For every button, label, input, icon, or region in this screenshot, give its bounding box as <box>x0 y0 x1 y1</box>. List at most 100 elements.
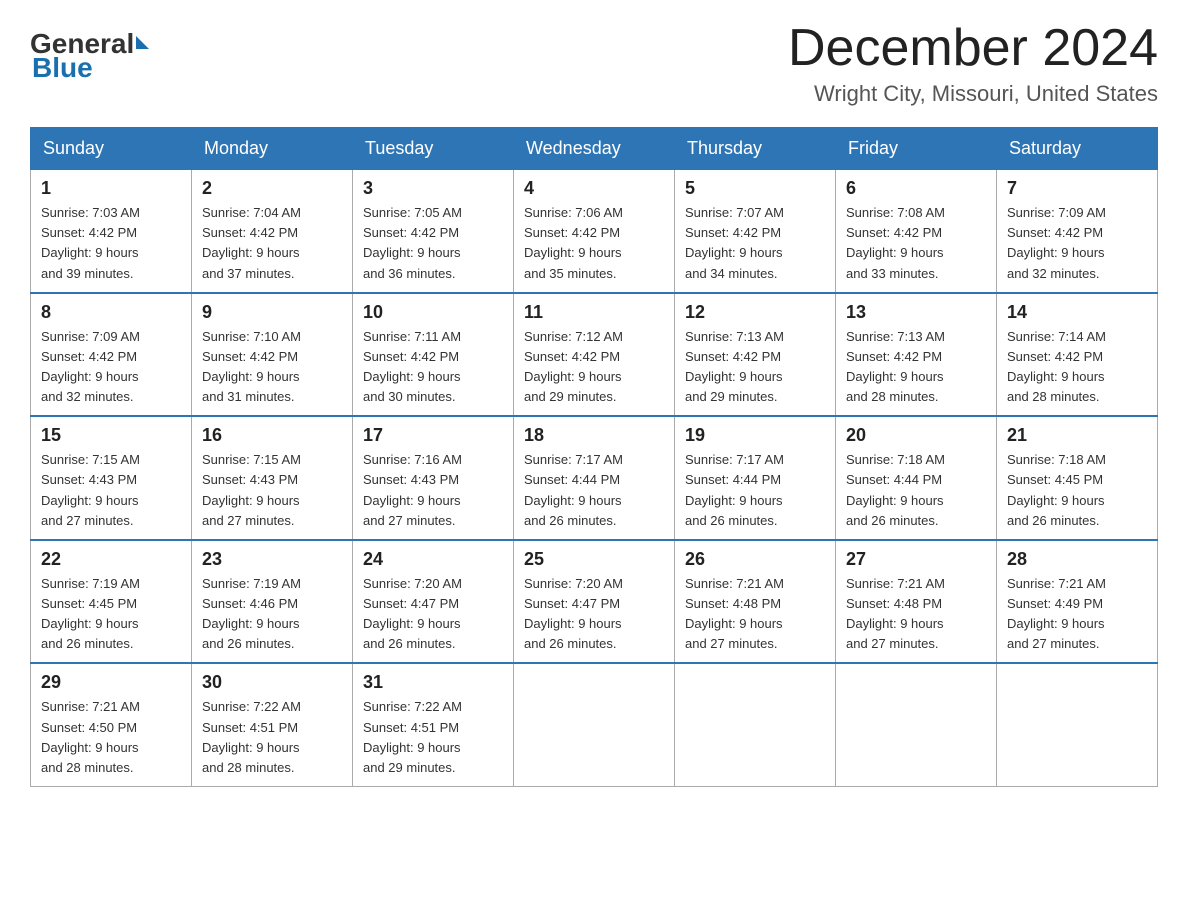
day-cell-14: 14 Sunrise: 7:14 AMSunset: 4:42 PMDayligh… <box>997 293 1158 417</box>
day-cell-23: 23Sunrise: 7:19 AMSunset: 4:46 PMDayligh… <box>192 540 353 664</box>
day-cell-12: 12Sunrise: 7:13 AMSunset: 4:42 PMDayligh… <box>675 293 836 417</box>
day-cell-11: 11Sunrise: 7:12 AMSunset: 4:42 PMDayligh… <box>514 293 675 417</box>
day-number: 17 <box>363 425 503 446</box>
day-cell-10: 10Sunrise: 7:11 AMSunset: 4:42 PMDayligh… <box>353 293 514 417</box>
day-cell-30: 30Sunrise: 7:22 AMSunset: 4:51 PMDayligh… <box>192 663 353 786</box>
day-header-sunday: Sunday <box>31 128 192 170</box>
day-info: Sunrise: 7:22 AMSunset: 4:51 PMDaylight:… <box>202 697 342 778</box>
day-header-row: SundayMondayTuesdayWednesdayThursdayFrid… <box>31 128 1158 170</box>
header: General Blue December 2024 Wright City, … <box>30 20 1158 107</box>
day-info: Sunrise: 7:09 AMSunset: 4:42 PMDaylight:… <box>41 327 181 408</box>
day-number: 23 <box>202 549 342 570</box>
day-cell-28: 28 Sunrise: 7:21 AMSunset: 4:49 PMDayligh… <box>997 540 1158 664</box>
day-cell-22: 22Sunrise: 7:19 AMSunset: 4:45 PMDayligh… <box>31 540 192 664</box>
day-header-friday: Friday <box>836 128 997 170</box>
day-number: 8 <box>41 302 181 323</box>
day-cell-19: 19Sunrise: 7:17 AMSunset: 4:44 PMDayligh… <box>675 416 836 540</box>
day-header-wednesday: Wednesday <box>514 128 675 170</box>
day-number: 15 <box>41 425 181 446</box>
calendar-subtitle: Wright City, Missouri, United States <box>788 81 1158 107</box>
logo-blue-text: Blue <box>30 54 93 82</box>
day-info: Sunrise: 7:16 AMSunset: 4:43 PMDaylight:… <box>363 450 503 531</box>
day-number: 29 <box>41 672 181 693</box>
day-cell-6: 6 Sunrise: 7:08 AMSunset: 4:42 PMDaylight… <box>836 170 997 293</box>
empty-cell <box>675 663 836 786</box>
day-number: 28 <box>1007 549 1147 570</box>
day-number: 14 <box>1007 302 1147 323</box>
day-cell-18: 18Sunrise: 7:17 AMSunset: 4:44 PMDayligh… <box>514 416 675 540</box>
day-cell-5: 5Sunrise: 7:07 AMSunset: 4:42 PMDaylight… <box>675 170 836 293</box>
day-info: Sunrise: 7:21 AMSunset: 4:50 PMDaylight:… <box>41 697 181 778</box>
day-number: 5 <box>685 178 825 199</box>
day-number: 27 <box>846 549 986 570</box>
day-info: Sunrise: 7:04 AMSunset: 4:42 PMDaylight:… <box>202 203 342 284</box>
day-header-tuesday: Tuesday <box>353 128 514 170</box>
day-info: Sunrise: 7:19 AMSunset: 4:45 PMDaylight:… <box>41 574 181 655</box>
day-info: Sunrise: 7:20 AMSunset: 4:47 PMDaylight:… <box>363 574 503 655</box>
day-number: 4 <box>524 178 664 199</box>
calendar-title: December 2024 <box>788 20 1158 77</box>
empty-cell <box>836 663 997 786</box>
day-info: Sunrise: 7:18 AMSunset: 4:45 PMDaylight:… <box>1007 450 1147 531</box>
day-info: Sunrise: 7:18 AMSunset: 4:44 PMDaylight:… <box>846 450 986 531</box>
day-cell-27: 27 Sunrise: 7:21 AMSunset: 4:48 PMDayligh… <box>836 540 997 664</box>
day-info: Sunrise: 7:09 AMSunset: 4:42 PMDaylight:… <box>1007 203 1147 284</box>
day-header-saturday: Saturday <box>997 128 1158 170</box>
day-info: Sunrise: 7:08 AMSunset: 4:42 PMDaylight:… <box>846 203 986 284</box>
day-cell-1: 1 Sunrise: 7:03 AMSunset: 4:42 PMDaylight… <box>31 170 192 293</box>
day-number: 26 <box>685 549 825 570</box>
day-number: 7 <box>1007 178 1147 199</box>
calendar-table: SundayMondayTuesdayWednesdayThursdayFrid… <box>30 127 1158 787</box>
day-info: Sunrise: 7:15 AMSunset: 4:43 PMDaylight:… <box>41 450 181 531</box>
day-header-thursday: Thursday <box>675 128 836 170</box>
day-number: 24 <box>363 549 503 570</box>
week-row-2: 8 Sunrise: 7:09 AMSunset: 4:42 PMDaylight… <box>31 293 1158 417</box>
day-number: 13 <box>846 302 986 323</box>
day-info: Sunrise: 7:21 AMSunset: 4:48 PMDaylight:… <box>846 574 986 655</box>
day-number: 16 <box>202 425 342 446</box>
day-cell-17: 17 Sunrise: 7:16 AMSunset: 4:43 PMDayligh… <box>353 416 514 540</box>
day-info: Sunrise: 7:14 AMSunset: 4:42 PMDaylight:… <box>1007 327 1147 408</box>
day-number: 6 <box>846 178 986 199</box>
day-info: Sunrise: 7:13 AMSunset: 4:42 PMDaylight:… <box>846 327 986 408</box>
day-info: Sunrise: 7:17 AMSunset: 4:44 PMDaylight:… <box>524 450 664 531</box>
day-info: Sunrise: 7:17 AMSunset: 4:44 PMDaylight:… <box>685 450 825 531</box>
title-area: December 2024 Wright City, Missouri, Uni… <box>788 20 1158 107</box>
empty-cell <box>514 663 675 786</box>
day-info: Sunrise: 7:10 AMSunset: 4:42 PMDaylight:… <box>202 327 342 408</box>
day-cell-20: 20 Sunrise: 7:18 AMSunset: 4:44 PMDayligh… <box>836 416 997 540</box>
day-info: Sunrise: 7:05 AMSunset: 4:42 PMDaylight:… <box>363 203 503 284</box>
day-number: 21 <box>1007 425 1147 446</box>
day-header-monday: Monday <box>192 128 353 170</box>
day-number: 20 <box>846 425 986 446</box>
day-cell-15: 15 Sunrise: 7:15 AMSunset: 4:43 PMDayligh… <box>31 416 192 540</box>
day-cell-24: 24 Sunrise: 7:20 AMSunset: 4:47 PMDayligh… <box>353 540 514 664</box>
day-info: Sunrise: 7:15 AMSunset: 4:43 PMDaylight:… <box>202 450 342 531</box>
day-number: 3 <box>363 178 503 199</box>
day-info: Sunrise: 7:11 AMSunset: 4:42 PMDaylight:… <box>363 327 503 408</box>
day-number: 12 <box>685 302 825 323</box>
week-row-5: 29 Sunrise: 7:21 AMSunset: 4:50 PMDayligh… <box>31 663 1158 786</box>
day-info: Sunrise: 7:21 AMSunset: 4:48 PMDaylight:… <box>685 574 825 655</box>
week-row-4: 22Sunrise: 7:19 AMSunset: 4:45 PMDayligh… <box>31 540 1158 664</box>
week-row-3: 15 Sunrise: 7:15 AMSunset: 4:43 PMDayligh… <box>31 416 1158 540</box>
day-cell-16: 16 Sunrise: 7:15 AMSunset: 4:43 PMDayligh… <box>192 416 353 540</box>
day-info: Sunrise: 7:21 AMSunset: 4:49 PMDaylight:… <box>1007 574 1147 655</box>
day-cell-26: 26 Sunrise: 7:21 AMSunset: 4:48 PMDayligh… <box>675 540 836 664</box>
day-number: 9 <box>202 302 342 323</box>
day-number: 31 <box>363 672 503 693</box>
day-cell-3: 3 Sunrise: 7:05 AMSunset: 4:42 PMDaylight… <box>353 170 514 293</box>
day-info: Sunrise: 7:03 AMSunset: 4:42 PMDaylight:… <box>41 203 181 284</box>
logo-icon: General Blue <box>30 30 149 82</box>
day-cell-29: 29 Sunrise: 7:21 AMSunset: 4:50 PMDayligh… <box>31 663 192 786</box>
day-info: Sunrise: 7:20 AMSunset: 4:47 PMDaylight:… <box>524 574 664 655</box>
day-info: Sunrise: 7:06 AMSunset: 4:42 PMDaylight:… <box>524 203 664 284</box>
day-cell-7: 7 Sunrise: 7:09 AMSunset: 4:42 PMDaylight… <box>997 170 1158 293</box>
day-cell-8: 8 Sunrise: 7:09 AMSunset: 4:42 PMDaylight… <box>31 293 192 417</box>
week-row-1: 1 Sunrise: 7:03 AMSunset: 4:42 PMDaylight… <box>31 170 1158 293</box>
day-cell-21: 21 Sunrise: 7:18 AMSunset: 4:45 PMDayligh… <box>997 416 1158 540</box>
day-info: Sunrise: 7:12 AMSunset: 4:42 PMDaylight:… <box>524 327 664 408</box>
logo: General Blue <box>30 30 149 82</box>
day-number: 1 <box>41 178 181 199</box>
day-cell-4: 4 Sunrise: 7:06 AMSunset: 4:42 PMDaylight… <box>514 170 675 293</box>
